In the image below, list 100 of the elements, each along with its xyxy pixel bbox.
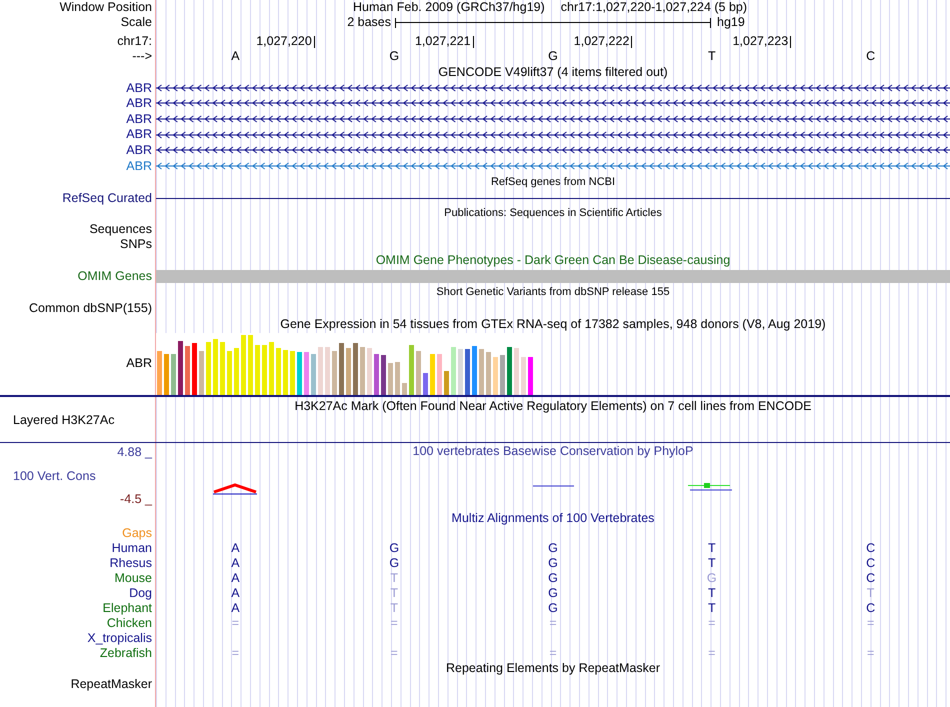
aligned-base: T: [708, 586, 716, 600]
axis-max-label: 4.88 _: [117, 446, 152, 460]
aligned-base: G: [706, 572, 717, 584]
expression-bar: [346, 348, 351, 395]
expression-bar: [199, 350, 204, 395]
track-label[interactable]: chr17:: [117, 34, 152, 47]
species-label[interactable]: Dog: [129, 586, 152, 600]
gene-label[interactable]: ABR: [126, 97, 152, 110]
species-label[interactable]: X_tropicalis: [87, 632, 152, 644]
track-title: GENCODE V49lift37 (4 items filtered out): [438, 66, 668, 78]
ruler-tick-label: 1,027,222: [574, 34, 630, 47]
gene-label[interactable]: ABR: [126, 128, 152, 141]
expression-bar: [465, 348, 470, 395]
track-label[interactable]: RefSeq Curated: [62, 192, 152, 204]
ruler-tick-label: 1,027,220: [256, 34, 312, 47]
gene-label[interactable]: ABR: [126, 82, 152, 94]
species-label[interactable]: Elephant: [102, 602, 152, 614]
track-label[interactable]: Scale: [120, 16, 152, 29]
expression-bar: [416, 350, 421, 395]
expression-bar: [479, 348, 484, 395]
aligned-base: =: [549, 616, 557, 630]
track-label[interactable]: RepeatMasker: [70, 678, 152, 690]
aligned-base: =: [232, 646, 240, 660]
aligned-base: G: [548, 602, 558, 614]
expression-bar: [283, 350, 288, 395]
expression-bar: [234, 348, 239, 395]
expression-bar: [192, 342, 197, 395]
expression-bar: [262, 344, 267, 395]
gene-label[interactable]: ABR: [126, 357, 152, 370]
ruler-tick: [631, 36, 632, 48]
aligned-base: =: [866, 646, 874, 660]
expression-bar: [353, 342, 358, 395]
expression-bar: [325, 346, 330, 395]
track-label[interactable]: Sequences: [89, 222, 152, 236]
expression-bar: [241, 334, 246, 395]
aligned-base: =: [866, 616, 874, 630]
species-label[interactable]: Zebrafish: [100, 646, 152, 660]
track-label[interactable]: SNPs: [120, 238, 152, 250]
expression-bar: [430, 354, 435, 395]
expression-bar: [423, 372, 428, 395]
track-title: Short Genetic Variants from dbSNP release 155: [436, 286, 670, 298]
aligned-base: A: [231, 556, 240, 570]
expression-bar: [297, 352, 302, 395]
species-label[interactable]: Rhesus: [110, 556, 152, 570]
aligned-base: C: [866, 556, 876, 570]
expression-bar: [178, 340, 183, 395]
ruler-tick: [790, 36, 792, 48]
expression-bar: [290, 350, 295, 395]
strand-label[interactable]: --->: [132, 50, 152, 63]
track-label[interactable]: OMIM Genes: [78, 270, 152, 282]
expression-bar: [486, 352, 491, 395]
aligned-base: G: [389, 556, 400, 570]
conservation-line-drawing: [533, 484, 574, 487]
expression-bar: [472, 346, 477, 395]
expression-bar: [514, 348, 519, 395]
aligned-base: G: [548, 542, 558, 554]
track-title: Multiz Alignments of 100 Vertebrates: [452, 512, 654, 524]
species-label[interactable]: Chicken: [106, 616, 152, 630]
conservation-peak-drawing: [213, 482, 257, 495]
species-label[interactable]: Human: [112, 542, 152, 554]
expression-bar: [360, 346, 365, 395]
ruler-tick: [314, 36, 315, 48]
aligned-base: G: [389, 542, 400, 554]
base-letter: G: [548, 50, 558, 63]
expression-bar: [185, 346, 190, 395]
expression-bar: [164, 354, 169, 395]
aligned-base: T: [390, 572, 398, 584]
expression-bar: [269, 342, 274, 395]
base-letter: C: [866, 50, 876, 63]
assembly-name: Human Feb. 2009 (GRCh37/hg19): [353, 1, 545, 14]
expression-bar: [332, 350, 337, 395]
aligned-base: =: [708, 616, 716, 630]
expression-bar: [374, 354, 379, 395]
aligned-base: G: [548, 586, 558, 600]
track-label[interactable]: Layered H3K27Ac: [13, 414, 114, 427]
expression-bar: [521, 356, 526, 395]
ruler-tick-label: 1,027,223: [732, 34, 788, 47]
expression-bar: [437, 354, 442, 395]
expression-bar: [395, 362, 400, 395]
aligned-base: C: [866, 572, 876, 584]
species-label[interactable]: Mouse: [114, 572, 152, 584]
track-label[interactable]: Common dbSNP(155): [29, 302, 152, 314]
aligned-base: A: [231, 572, 240, 584]
gene-label[interactable]: ABR: [126, 112, 152, 126]
base-letter: T: [708, 50, 716, 63]
track-label[interactable]: 100 Vert. Cons: [13, 470, 152, 484]
gene-label[interactable]: ABR: [126, 144, 152, 156]
axis-min-label: -4.5 _: [120, 492, 152, 506]
gene-label[interactable]: ABR: [126, 160, 152, 172]
track-label[interactable]: Window Position: [60, 1, 152, 14]
track-title: Repeating Elements by RepeatMasker: [446, 662, 660, 675]
expression-bar: [367, 348, 372, 395]
expression-bar: [458, 348, 463, 395]
aligned-base: =: [708, 646, 716, 660]
scale-label: 2 bases: [346, 16, 391, 29]
aligned-base: =: [390, 646, 398, 660]
expression-bar: [528, 356, 533, 395]
expression-bar: [409, 344, 414, 395]
aligned-base: T: [708, 542, 716, 554]
gene-line[interactable]: [156, 198, 950, 199]
